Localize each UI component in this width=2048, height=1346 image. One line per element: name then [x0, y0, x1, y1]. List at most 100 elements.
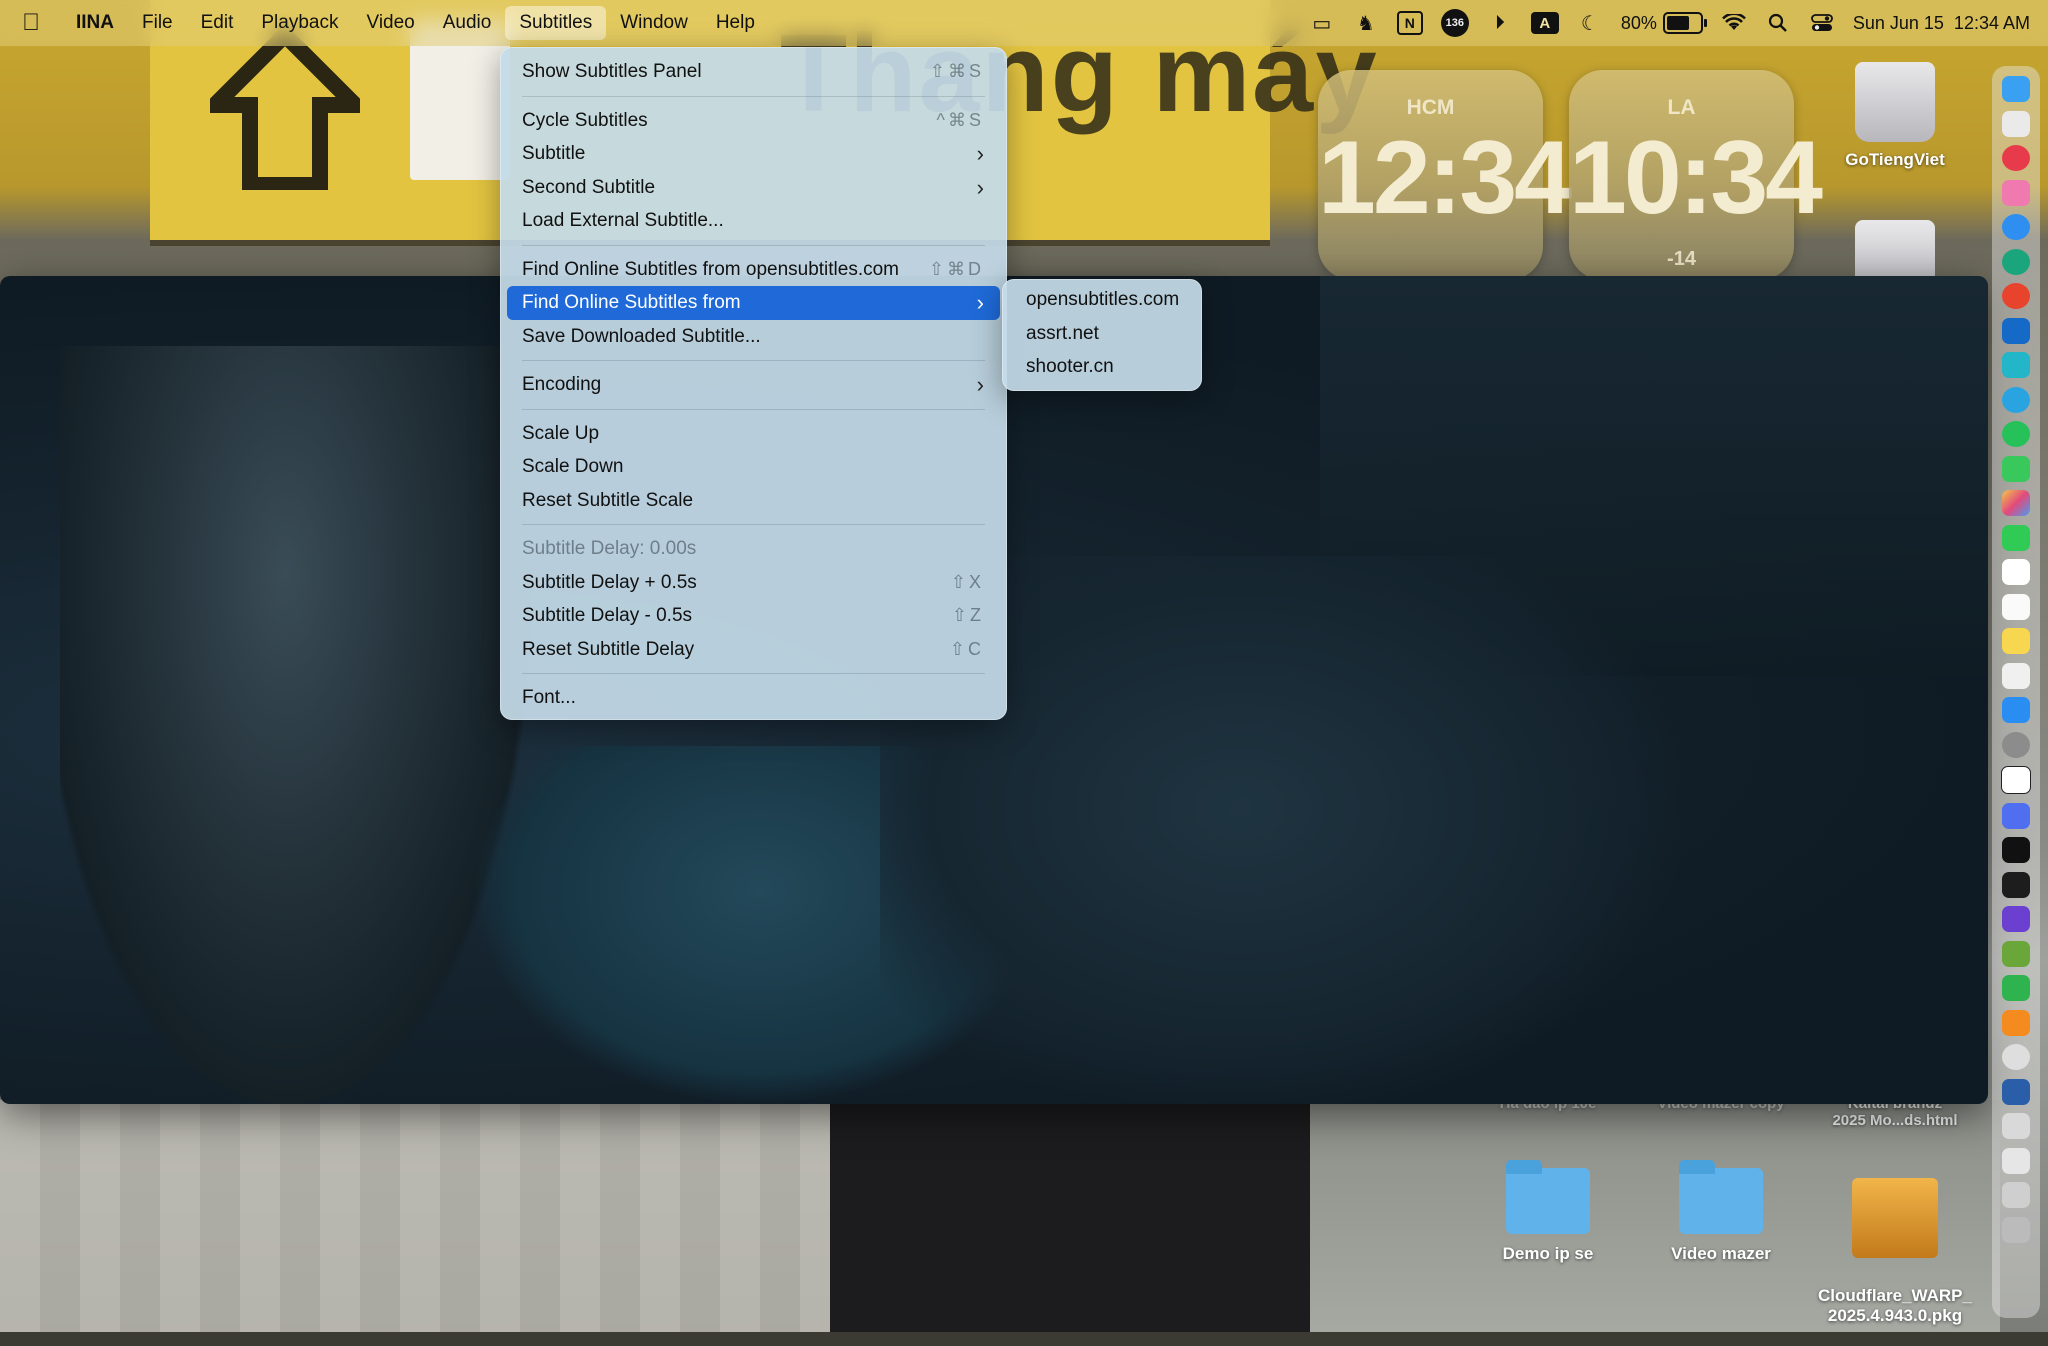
- wifi-icon[interactable]: [1721, 11, 1747, 35]
- app-store-icon[interactable]: [2002, 697, 2030, 723]
- menu-item-label: Cycle Subtitles: [522, 109, 648, 131]
- trash-icon[interactable]: [2002, 1216, 2030, 1243]
- menu-separator: [522, 673, 985, 674]
- news-icon[interactable]: [2002, 662, 2030, 689]
- menu-item-reset-subtitle-delay[interactable]: Reset Subtitle Delay ⇧C: [507, 633, 1000, 667]
- menu-item-shortcut: ⇧C: [949, 638, 984, 659]
- input-source-icon[interactable]: A: [1530, 12, 1559, 34]
- edge-icon[interactable]: [2002, 248, 2030, 275]
- menu-window[interactable]: Window: [606, 6, 702, 40]
- menu-item-find-online-opensubtitles[interactable]: Find Online Subtitles from opensubtitles…: [507, 253, 1000, 287]
- notes-icon[interactable]: [2002, 628, 2030, 654]
- focus-moon-icon[interactable]: ☾: [1577, 11, 1603, 35]
- menu-playback[interactable]: Playback: [247, 6, 352, 40]
- menu-item-label: Subtitle: [522, 143, 586, 164]
- chrome-icon[interactable]: [2002, 283, 2030, 309]
- facetime-icon[interactable]: [2002, 524, 2030, 551]
- desktop-drive-gotiengviet[interactable]: GoTiengViet: [1810, 62, 1980, 170]
- play-circle-icon[interactable]: ⏵: [1487, 11, 1513, 35]
- clock-widget-hcm[interactable]: HCM 12:34: [1318, 70, 1572, 280]
- desktop-icon-label: Video mazer: [1671, 1244, 1771, 1263]
- menu-audio[interactable]: Audio: [429, 6, 506, 40]
- menu-item-cycle-subtitles[interactable]: Cycle Subtitles ^⌘S: [507, 104, 1000, 138]
- clock-widget-la[interactable]: LA 10:34 -14: [1569, 70, 1823, 280]
- menu-item-subtitle[interactable]: Subtitle ›: [507, 137, 1000, 171]
- safari-icon[interactable]: [2002, 214, 2030, 240]
- desktop-folder-demo-ip-se[interactable]: Demo ip se: [1463, 1160, 1633, 1264]
- preview-icon[interactable]: [2002, 802, 2030, 829]
- menu-item-subtitle-delay-plus[interactable]: Subtitle Delay + 0.5s ⇧X: [507, 566, 1000, 600]
- desktop-stack-icon[interactable]: [2002, 1182, 2030, 1208]
- notion-icon[interactable]: [2001, 766, 2031, 794]
- battery-status[interactable]: 80%: [1621, 12, 1707, 34]
- menu-subtitles[interactable]: Subtitles: [505, 6, 607, 40]
- iina-icon[interactable]: [2002, 1078, 2030, 1105]
- menu-item-subtitle-delay-minus[interactable]: Subtitle Delay - 0.5s ⇧Z: [507, 599, 1000, 633]
- menu-item-subtitle-delay-status: Subtitle Delay: 0.00s: [507, 532, 1000, 566]
- screen-mirroring-icon[interactable]: ▭: [1309, 11, 1335, 35]
- control-center-icon[interactable]: [1809, 11, 1835, 35]
- messages-icon[interactable]: [2002, 455, 2030, 482]
- apple-menu-icon[interactable]: : [22, 9, 58, 37]
- menu-item-show-subtitles-panel[interactable]: Show Subtitles Panel ⇧⌘S: [507, 55, 1000, 89]
- telegram-icon[interactable]: [2002, 386, 2030, 413]
- chatgpt-icon[interactable]: [2002, 871, 2030, 898]
- menu-item-reset-subtitle-scale[interactable]: Reset Subtitle Scale: [507, 484, 1000, 518]
- clock-datetime[interactable]: Sun Jun 15 12:34 AM: [1853, 13, 2030, 34]
- up-arrow-sign-icon: [210, 30, 360, 190]
- desktop-package-cloudflare[interactable]: Cloudflare_WARP_ 2025.4.943.0.pkg: [1810, 1158, 1980, 1346]
- menu-item-label: Find Online Subtitles from: [522, 292, 741, 313]
- youtube-icon[interactable]: [2002, 145, 2030, 171]
- photos-widget-icon[interactable]: [2002, 179, 2030, 206]
- x-icon[interactable]: [2002, 837, 2030, 863]
- menu-item-save-downloaded-subtitle[interactable]: Save Downloaded Subtitle...: [507, 320, 1000, 354]
- menu-item-shortcut: ⇧Z: [951, 605, 984, 625]
- chrome-canary-icon[interactable]: [2002, 1044, 2030, 1070]
- menu-item-font[interactable]: Font...: [507, 681, 1000, 715]
- spotlight-search-icon[interactable]: [1765, 11, 1791, 35]
- photos-icon[interactable]: [2002, 490, 2030, 516]
- menu-video[interactable]: Video: [352, 6, 428, 40]
- menu-item-label: Scale Down: [522, 456, 624, 477]
- launchpad-icon[interactable]: [2002, 110, 2030, 137]
- notion-menu-icon[interactable]: N: [1396, 11, 1423, 35]
- documents-stack-icon[interactable]: [2002, 1147, 2030, 1174]
- canva-icon[interactable]: [2002, 352, 2030, 378]
- menu-item-scale-down[interactable]: Scale Down: [507, 450, 1000, 484]
- outlook-icon[interactable]: [2002, 317, 2030, 344]
- system-settings-icon[interactable]: [2002, 731, 2030, 758]
- folder-icon: [1506, 1160, 1590, 1234]
- menu-item-load-external-subtitle[interactable]: Load External Subtitle...: [507, 204, 1000, 238]
- cat-icon[interactable]: ♞: [1353, 11, 1379, 35]
- menu-separator: [522, 360, 985, 361]
- app-menu[interactable]: IINA: [62, 6, 128, 40]
- submenu-item-shooter[interactable]: shooter.cn: [1007, 350, 1197, 384]
- menu-item-label: Scale Up: [522, 422, 600, 444]
- desktop-folder-video-mazer[interactable]: Video mazer: [1636, 1160, 1806, 1264]
- downloads-stack-icon[interactable]: [2002, 1113, 2030, 1139]
- menu-item-shortcut: ⇧X: [950, 571, 984, 592]
- menu-help[interactable]: Help: [702, 6, 769, 40]
- badge-count-icon[interactable]: 136: [1440, 9, 1469, 37]
- menu-item-find-online-subtitles-from[interactable]: Find Online Subtitles from ›: [507, 286, 1000, 320]
- menu-separator: [522, 408, 985, 410]
- proton-vpn-icon[interactable]: [2002, 906, 2030, 932]
- vim-icon[interactable]: [2002, 940, 2030, 967]
- menu-bar:  IINA File Edit Playback Video Audio Su…: [0, 0, 2048, 46]
- menu-item-scale-up[interactable]: Scale Up: [507, 417, 1000, 451]
- finder-icon[interactable]: [2002, 76, 2030, 102]
- chevron-right-icon: ›: [976, 290, 984, 315]
- menu-item-encoding[interactable]: Encoding ›: [507, 368, 1000, 402]
- submenu-item-opensubtitles[interactable]: opensubtitles.com: [1007, 283, 1197, 317]
- calendar-icon[interactable]: [2002, 559, 2030, 585]
- vlc-icon[interactable]: [2002, 1009, 2030, 1036]
- menu-item-second-subtitle[interactable]: Second Subtitle ›: [507, 171, 1000, 205]
- reminders-icon[interactable]: [2002, 593, 2030, 620]
- clock-time: 12:34: [1318, 120, 1572, 236]
- menu-item-label: Second Subtitle: [522, 176, 656, 198]
- submenu-item-assrt[interactable]: assrt.net: [1007, 317, 1197, 351]
- menu-edit[interactable]: Edit: [187, 6, 248, 40]
- whatsapp-icon[interactable]: [2002, 421, 2030, 447]
- menu-file[interactable]: File: [128, 6, 187, 40]
- numbers-icon[interactable]: [2002, 975, 2030, 1001]
